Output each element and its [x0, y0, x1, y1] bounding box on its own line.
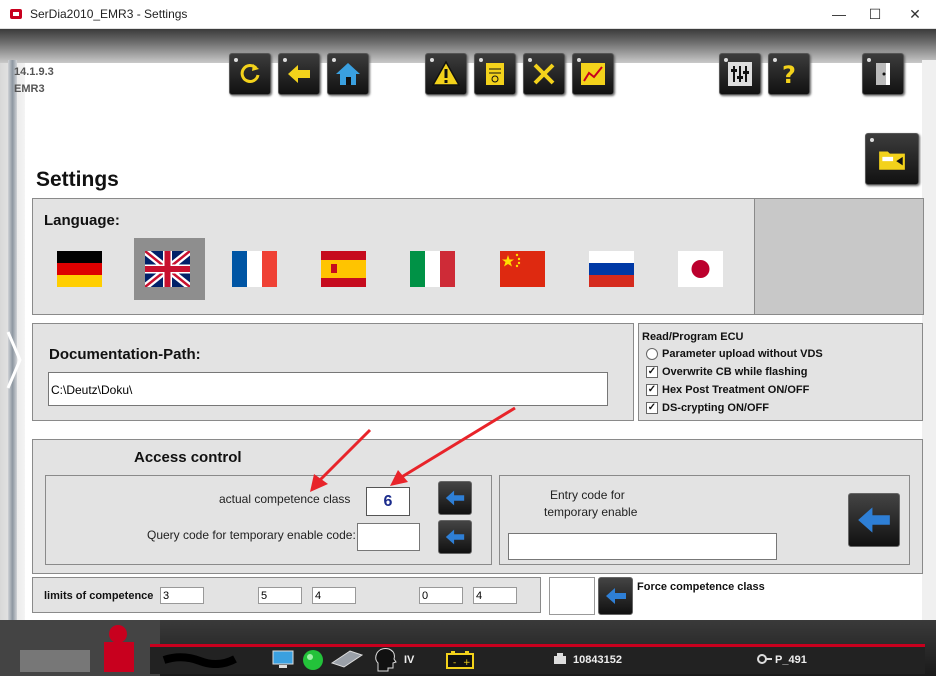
entry-code-input[interactable]: [508, 533, 777, 560]
redacted-mark: [162, 653, 237, 668]
query-code-field[interactable]: [357, 523, 420, 551]
help-icon: ?: [782, 61, 796, 88]
flag-japan[interactable]: [678, 251, 723, 287]
option-parameter-upload[interactable]: Parameter upload without VDS: [646, 348, 823, 360]
arrow-left-icon: [605, 588, 626, 604]
flag-italy[interactable]: [410, 251, 455, 287]
back-button[interactable]: [278, 53, 320, 95]
home-button[interactable]: [327, 53, 369, 95]
force-competence-button[interactable]: [598, 577, 633, 615]
option-label: Hex Post Treatment ON/OFF: [662, 384, 810, 396]
exit-button[interactable]: [862, 53, 904, 95]
refresh-icon: [240, 63, 260, 83]
option-checkbox[interactable]: ✓: [646, 384, 658, 396]
option-label: Overwrite CB while flashing: [662, 366, 808, 378]
language-label: Language:: [44, 212, 120, 229]
limits-label: limits of competence: [44, 590, 154, 602]
ecu-options-title: Read/Program ECU: [642, 331, 744, 343]
query-code-label: Query code for temporary enable code:: [147, 528, 356, 542]
chart-icon: [581, 63, 605, 85]
program-id-text: P_491: [775, 654, 807, 666]
entry-code-label-line1: Entry code for: [550, 488, 625, 502]
option-overwrite-cb[interactable]: ✓ Overwrite CB while flashing: [646, 366, 807, 378]
competence-level-text: IV: [404, 654, 415, 666]
submit-entry-code-button[interactable]: [848, 493, 900, 547]
flag-united-kingdom[interactable]: [145, 251, 190, 287]
tools-icon: [533, 63, 555, 85]
force-competence-label: Force competence class: [637, 581, 765, 593]
flag-china[interactable]: [500, 251, 545, 287]
option-checkbox[interactable]: ✓: [646, 366, 658, 378]
option-label: DS-crypting ON/OFF: [662, 402, 769, 414]
limit-field[interactable]: 4: [312, 587, 356, 604]
language-side-panel: [754, 198, 924, 315]
flag-germany[interactable]: [57, 251, 102, 287]
warning-button[interactable]: [425, 53, 467, 95]
arrow-left-icon: [445, 529, 465, 545]
entry-code-label-line2: temporary enable: [544, 505, 638, 519]
back-arrow-icon: [288, 65, 310, 83]
ecu-name: EMR3: [14, 83, 45, 95]
battery-icon: - +: [446, 651, 474, 669]
version-number: 14.1.9.3: [14, 66, 54, 78]
expand-chevron-icon[interactable]: [6, 330, 22, 390]
limit-field[interactable]: 5: [258, 587, 302, 604]
warning-icon: [432, 60, 460, 86]
key-icon: [757, 654, 772, 664]
arrow-left-icon: [858, 507, 890, 533]
right-edge: [922, 60, 936, 620]
svg-text:+: +: [463, 658, 471, 668]
document-icon: [486, 63, 504, 85]
flag-spain[interactable]: [321, 251, 366, 287]
version-info: 14.1.9.3 EMR3: [14, 64, 54, 98]
sliders-icon: [728, 62, 752, 86]
monitor-icon: [272, 650, 294, 668]
option-label: Parameter upload without VDS: [662, 348, 823, 360]
limit-field[interactable]: 3: [160, 587, 204, 604]
refresh-button[interactable]: [229, 53, 271, 95]
limit-field[interactable]: 4: [473, 587, 517, 604]
user-head-icon: [375, 648, 397, 672]
option-hex-post-treatment[interactable]: ✓ Hex Post Treatment ON/OFF: [646, 384, 809, 396]
settings-button[interactable]: [719, 53, 761, 95]
window-title: SerDia2010_EMR3 - Settings: [30, 7, 188, 21]
folder-import-icon: [879, 151, 905, 170]
help-button[interactable]: ?: [768, 53, 810, 95]
interface-device-icon: [330, 650, 364, 668]
document-button[interactable]: [474, 53, 516, 95]
query-code-button[interactable]: [438, 520, 472, 554]
svg-text:-: -: [453, 658, 456, 668]
access-control-label: Access control: [134, 449, 242, 466]
close-button[interactable]: ✕: [894, 2, 936, 26]
option-checkbox[interactable]: ✓: [646, 402, 658, 414]
flag-russia[interactable]: [589, 251, 634, 287]
connection-status-icon: [303, 650, 323, 670]
option-ds-crypting[interactable]: ✓ DS-crypting ON/OFF: [646, 402, 769, 414]
page-title: Settings: [36, 168, 119, 191]
mechanic-photo-icon: [0, 620, 160, 676]
app-logo-icon: [10, 9, 22, 19]
limit-field[interactable]: 0: [419, 587, 463, 604]
annotation-arrows: [310, 406, 516, 492]
serial-number-text: 10843152: [573, 654, 622, 666]
flag-france[interactable]: [232, 251, 277, 287]
exit-door-icon: [876, 63, 890, 85]
force-competence-field[interactable]: [549, 577, 595, 615]
status-bar: [150, 647, 925, 674]
svg-text:?: ?: [782, 61, 796, 88]
tools-button[interactable]: [523, 53, 565, 95]
engine-icon: [554, 653, 566, 664]
home-icon: [336, 63, 360, 85]
open-folder-button[interactable]: [865, 133, 919, 185]
maximize-button[interactable]: ☐: [854, 2, 896, 26]
chart-button[interactable]: [572, 53, 614, 95]
documentation-path-label: Documentation-Path:: [49, 346, 201, 363]
option-radio[interactable]: [646, 348, 658, 360]
